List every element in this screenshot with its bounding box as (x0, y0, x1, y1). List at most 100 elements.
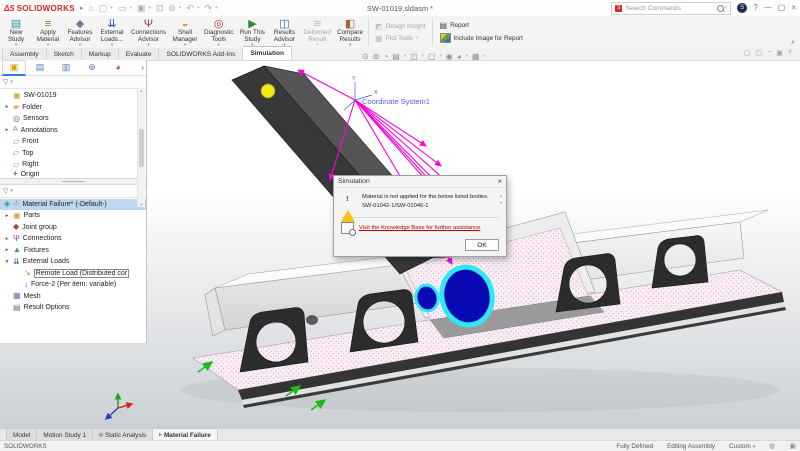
expander-icon[interactable]: ▸ (4, 213, 10, 219)
doc-page-icon[interactable]: ▢ (756, 49, 763, 57)
property-manager-tab-icon[interactable]: ▤ (28, 60, 52, 75)
features-advisor-button[interactable]: ◆ Features Advisor▾ (64, 16, 96, 48)
redo-icon[interactable]: ↷ (205, 4, 213, 13)
feature-tree-tab-icon[interactable]: ▣ (2, 60, 26, 76)
hud-caret[interactable]: ▾ (404, 53, 406, 59)
external-loads-button[interactable]: ⇊ External Loads...▾ (96, 16, 128, 48)
dialog-title-bar[interactable]: Simulation × (334, 176, 506, 188)
tree-item-right-plane[interactable]: ▱ Right (0, 159, 146, 171)
minimize-button[interactable]: — (764, 4, 772, 12)
status-tag-icon[interactable]: ▣ (789, 442, 796, 450)
previous-view-icon[interactable]: ◔ (383, 52, 388, 61)
search-input[interactable]: S Search Commands ▾ (611, 2, 731, 15)
expander-icon[interactable]: ▸ (4, 127, 10, 133)
doc-restore-icon[interactable]: ▣ (776, 49, 783, 57)
filter-caret-icon[interactable]: ▾ (10, 188, 13, 194)
status-units-dropdown[interactable]: Custom▾ (729, 443, 755, 450)
study-item-material-failure[interactable]: ◈ ⚠ Material Failure* (-Default-) (0, 199, 146, 211)
study-item-parts[interactable]: ▸ ▣ Parts (0, 210, 146, 222)
sensor-marker[interactable] (261, 84, 275, 98)
home-icon[interactable]: ⌂ (88, 4, 93, 13)
doc-close-icon[interactable]: × (788, 49, 792, 57)
expander-icon[interactable]: ▸ (4, 104, 10, 110)
close-button[interactable]: × (791, 4, 796, 12)
connections-advisor-button[interactable]: Ψ Connections Advisor▾ (128, 16, 169, 48)
configuration-manager-tab-icon[interactable]: ▥ (54, 60, 78, 75)
undo-icon[interactable]: ↶ (186, 4, 194, 13)
run-this-study-button[interactable]: ▶ Run This Study▾ (236, 16, 268, 48)
edit-appearance-icon[interactable]: ◕ (457, 52, 462, 61)
hud-caret[interactable]: ▾ (483, 53, 485, 59)
new-caret-icon[interactable]: ▾ (110, 5, 113, 11)
study-item-connections[interactable]: ▸ Ψ Connections (0, 233, 146, 245)
attach-icon[interactable]: ⊡ (156, 4, 164, 13)
new-study-button[interactable]: ▤ New Study▾ (0, 16, 32, 48)
dimxpert-manager-tab-icon[interactable]: ⊕ (80, 60, 104, 75)
ok-button[interactable]: OK (465, 239, 499, 251)
view-settings-icon[interactable]: ▦ (472, 52, 480, 61)
hud-caret[interactable]: ▾ (422, 53, 424, 59)
tree-item-top-plane[interactable]: ▱ Top (0, 148, 146, 160)
tree-item-annotations[interactable]: ▸ A Annotations (0, 125, 146, 137)
open-document-icon[interactable]: ▭ (118, 4, 127, 13)
user-avatar[interactable]: S (737, 3, 747, 13)
tab-overflow-icon[interactable]: › (141, 63, 144, 72)
results-advisor-button[interactable]: ◫ Results Advisor▾ (268, 16, 300, 48)
options-caret-icon[interactable]: ▾ (179, 5, 182, 11)
tab-evaluate[interactable]: Evaluate (119, 48, 160, 60)
scroll-thumb[interactable] (139, 129, 144, 167)
tab-markup[interactable]: Markup (82, 48, 119, 60)
tab-solidworks-add-ins[interactable]: SOLIDWORKS Add-Ins (159, 48, 243, 60)
maximize-button[interactable]: ▢ (778, 4, 786, 12)
search-caret-icon[interactable]: ▾ (725, 5, 728, 11)
tree-item-sensors[interactable]: ◎ Sensors (0, 113, 146, 125)
scroll-down-icon[interactable]: ▾ (140, 202, 142, 207)
tree-item-origin[interactable]: + Origin (0, 171, 146, 178)
study-item-mesh[interactable]: ▦ Mesh (0, 291, 146, 303)
hud-caret[interactable]: ▾ (439, 53, 441, 59)
scroll-up-icon[interactable]: ▴ (140, 88, 142, 93)
apply-material-button[interactable]: ≡ Apply Material▾ (32, 16, 64, 48)
redo-caret-icon[interactable]: ▾ (215, 5, 218, 11)
zoom-fit-icon[interactable]: ⊙ (362, 52, 369, 61)
study-item-fixtures[interactable]: ▸ ▲ Fixtures (0, 245, 146, 257)
view-orientation-icon[interactable]: ◫ (410, 52, 418, 61)
study-item-result-options[interactable]: ▤ Result Options (0, 302, 146, 314)
doc-minimize-icon[interactable]: − (767, 49, 771, 57)
doc-page-icon[interactable]: ▢ (744, 49, 751, 57)
message-scroll-arrows[interactable]: ▴ ▾ (500, 194, 502, 205)
filter-caret-icon[interactable]: ▾ (10, 79, 13, 85)
section-view-icon[interactable]: ▤ (392, 52, 400, 61)
options-icon[interactable]: ⊛ (168, 4, 176, 13)
study-item-external-loads[interactable]: ▾ ⇊ External Loads (0, 256, 146, 268)
tab-assembly[interactable]: Assembly (2, 48, 47, 60)
search-icon[interactable] (717, 5, 724, 12)
menu-expand-arrow-icon[interactable]: ▸ (80, 4, 84, 12)
expander-icon[interactable]: ▸ (4, 236, 10, 242)
display-manager-tab-icon[interactable]: ◕ (106, 60, 130, 75)
display-style-icon[interactable]: ▢ (428, 52, 436, 61)
save-caret-icon[interactable]: ▾ (148, 5, 151, 11)
save-icon[interactable]: ▣ (137, 4, 146, 13)
study-item-force-2[interactable]: ↓ Force-2 (Per item: variable) (0, 279, 146, 291)
ribbon-collapse-icon[interactable]: ∧ (791, 39, 795, 46)
hide-show-items-icon[interactable]: ◉ (446, 52, 453, 61)
shell-manager-button[interactable]: ◒ Shell Manager▾ (169, 16, 201, 48)
zoom-area-icon[interactable]: ⊚ (373, 52, 380, 61)
tree-item-root[interactable]: ▣ SW-01019 (0, 90, 146, 102)
diagnostic-tools-button[interactable]: ◎ Diagnostic Tools▾ (201, 16, 236, 48)
tree-filter-bar[interactable]: ▽ ▾ (0, 76, 146, 89)
tab-simulation[interactable]: Simulation (243, 46, 292, 60)
status-display-icon[interactable]: ◍ (769, 442, 775, 450)
tree-item-front-plane[interactable]: ▱ Front (0, 136, 146, 148)
tree-item-folder[interactable]: ▸ ▰ Folder (0, 102, 146, 114)
study-item-remote-load[interactable]: ↘ Remote Load (Distributed cor (0, 268, 146, 280)
tree-scrollbar[interactable]: ▴ ▾ (137, 88, 145, 207)
tab-sketch[interactable]: Sketch (47, 48, 82, 60)
dialog-close-icon[interactable]: × (497, 178, 502, 186)
knowledge-base-link[interactable]: Visit the Knowledge Base for further ass… (359, 225, 480, 231)
study-item-joint-group[interactable]: ◆ Joint group (0, 222, 146, 234)
undo-caret-icon[interactable]: ▾ (197, 5, 200, 11)
new-document-icon[interactable]: ▢ (99, 4, 108, 13)
expander-icon[interactable]: ▸ (4, 247, 10, 253)
